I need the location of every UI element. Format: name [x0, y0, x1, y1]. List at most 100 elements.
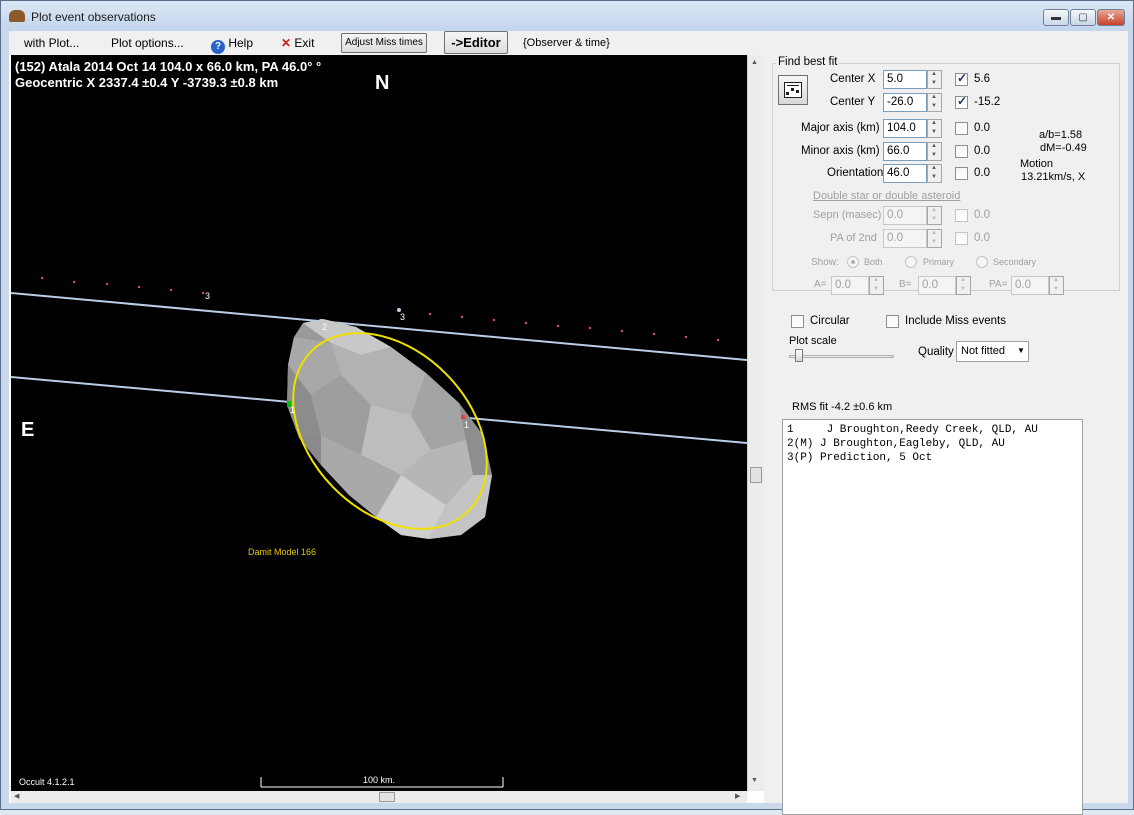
delta-magnitude: dM=-0.49 — [1040, 142, 1087, 154]
orientation-input[interactable]: 46.0 — [883, 164, 927, 183]
vertical-scroll-thumb[interactable] — [750, 467, 762, 483]
chord-label-3a: 3 — [205, 291, 211, 301]
b-spinner[interactable] — [956, 276, 971, 295]
fit-graph-icon — [784, 82, 802, 98]
horizontal-scroll-thumb[interactable] — [379, 792, 395, 802]
exit-icon: ✕ — [281, 36, 292, 50]
menu-plot-options[interactable]: Plot options... — [111, 33, 184, 53]
plot-scale-label: Plot scale — [789, 335, 837, 347]
include-miss-checkbox[interactable] — [886, 315, 899, 328]
model-label: Damit Model 166 — [248, 547, 317, 557]
menu-bar: with Plot... Plot options... ? Help ✕ Ex… — [9, 31, 1128, 55]
motion-value: 13.21km/s, X — [1021, 171, 1086, 183]
plot-horizontal-scrollbar[interactable]: ◀ ▶ — [11, 791, 747, 803]
menu-help[interactable]: ? Help — [211, 33, 254, 54]
show-both-label: Both — [864, 257, 883, 267]
list-item[interactable]: 1 J Broughton,Reedy Creek, QLD, AU — [787, 423, 1078, 437]
minor-axis-input[interactable]: 66.0 — [883, 142, 927, 161]
orientation-label: Orientation — [827, 167, 884, 179]
prediction-dots — [40, 276, 720, 342]
center-y-input[interactable]: -26.0 — [883, 93, 927, 112]
quality-dropdown[interactable]: Not fitted ▼ — [956, 341, 1029, 362]
quality-label: Quality — [918, 346, 954, 358]
separation-spinner[interactable] — [927, 206, 942, 225]
double-star-link[interactable]: Double star or double asteroid — [813, 190, 960, 202]
orientation-spinner[interactable] — [927, 164, 942, 183]
scroll-up-icon[interactable]: ▲ — [751, 59, 758, 66]
chevron-down-icon: ▼ — [1017, 346, 1025, 355]
menu-with-plot[interactable]: with Plot... — [24, 33, 79, 53]
plot-scale-track — [789, 355, 894, 358]
plot-vertical-scrollbar[interactable]: ▲ ▼ — [747, 55, 764, 791]
orientation-checkbox[interactable] — [955, 167, 968, 180]
scroll-down-icon[interactable]: ▼ — [751, 777, 758, 784]
chord-end-marker — [461, 415, 465, 419]
center-y-label: Center Y — [830, 96, 876, 108]
center-x-spinner[interactable] — [927, 70, 942, 89]
show-primary-label: Primary — [923, 257, 954, 267]
minimize-button[interactable]: ▬ — [1043, 9, 1069, 26]
major-axis-spinner[interactable] — [927, 119, 942, 138]
separation-checkbox[interactable] — [955, 209, 968, 222]
list-item[interactable]: 3(P) Prediction, 5 Oct — [787, 451, 1078, 465]
pa-label: PA= — [989, 279, 1008, 290]
fit-panel: Find best fit Center X 5.0 5.6 Center Y … — [764, 55, 1128, 815]
pa-spinner[interactable] — [1049, 276, 1064, 295]
major-axis-input[interactable]: 104.0 — [883, 119, 927, 138]
chord-label-1a: 1 — [290, 405, 296, 415]
adjust-miss-times-button[interactable]: Adjust Miss times — [341, 33, 427, 53]
scroll-left-icon[interactable]: ◀ — [14, 792, 19, 800]
minor-axis-checkbox[interactable] — [955, 145, 968, 158]
east-label: E — [21, 419, 35, 441]
show-primary-radio[interactable] — [905, 256, 917, 268]
b-label: B= — [899, 279, 912, 290]
title-bar: Plot event observations ▬ ▢ ✕ — [1, 1, 1133, 31]
show-secondary-radio[interactable] — [976, 256, 988, 268]
observer-list[interactable]: 1 J Broughton,Reedy Creek, QLD, AU 2(M) … — [782, 419, 1083, 815]
chord-label-3b: 3 — [400, 312, 406, 322]
center-x-label: Center X — [830, 73, 876, 85]
pa-second-spinner[interactable] — [927, 229, 942, 248]
circular-checkbox[interactable] — [791, 315, 804, 328]
minor-axis-spinner[interactable] — [927, 142, 942, 161]
include-miss-label: Include Miss events — [905, 315, 1006, 327]
separation-input[interactable]: 0.0 — [883, 206, 927, 225]
ab-ratio: a/b=1.58 — [1039, 129, 1083, 141]
pa-input[interactable]: 0.0 — [1011, 276, 1049, 295]
editor-button[interactable]: ->Editor — [444, 31, 508, 54]
client-area: with Plot... Plot options... ? Help ✕ Ex… — [9, 31, 1128, 815]
plot-header-line2: Geocentric X 2337.4 ±0.4 Y -3739.3 ±0.8 … — [15, 75, 279, 90]
a-input[interactable]: 0.0 — [831, 276, 869, 295]
major-axis-fit-value: 0.0 — [974, 122, 990, 134]
show-secondary-label: Secondary — [993, 257, 1037, 267]
pa-second-checkbox[interactable] — [955, 232, 968, 245]
circular-label: Circular — [810, 315, 850, 327]
menu-help-label: Help — [228, 36, 254, 50]
menu-observer-time[interactable]: {Observer & time} — [523, 33, 610, 53]
major-axis-checkbox[interactable] — [955, 122, 968, 135]
center-x-input[interactable]: 5.0 — [883, 70, 927, 89]
show-both-radio[interactable] — [847, 256, 859, 268]
plot-area[interactable]: (152) Atala 2014 Oct 14 104.0 x 66.0 km,… — [11, 55, 747, 791]
center-x-checkbox[interactable] — [955, 71, 968, 86]
b-input[interactable]: 0.0 — [918, 276, 956, 295]
maximize-button[interactable]: ▢ — [1070, 9, 1096, 26]
plot-scale-slider[interactable] — [795, 349, 803, 362]
find-best-fit-label: Find best fit — [776, 56, 840, 68]
pa-second-input[interactable]: 0.0 — [883, 229, 927, 248]
help-icon: ? — [211, 40, 225, 54]
find-best-fit-button[interactable] — [778, 75, 808, 105]
close-button[interactable]: ✕ — [1097, 9, 1125, 26]
list-item[interactable]: 2(M) J Broughton,Eagleby, QLD, AU — [787, 437, 1078, 451]
center-y-spinner[interactable] — [927, 93, 942, 112]
center-y-checkbox[interactable] — [955, 94, 968, 109]
center-x-fit-value: 5.6 — [974, 73, 990, 85]
rms-fit: RMS fit -4.2 ±0.6 km — [792, 401, 893, 413]
a-label: A= — [814, 279, 827, 290]
a-spinner[interactable] — [869, 276, 884, 295]
scroll-right-icon[interactable]: ▶ — [735, 792, 740, 800]
chord-label-1b: 1 — [464, 420, 470, 430]
window-title: Plot event observations — [31, 10, 156, 24]
north-label: N — [375, 72, 390, 94]
menu-exit[interactable]: ✕ Exit — [281, 33, 314, 53]
